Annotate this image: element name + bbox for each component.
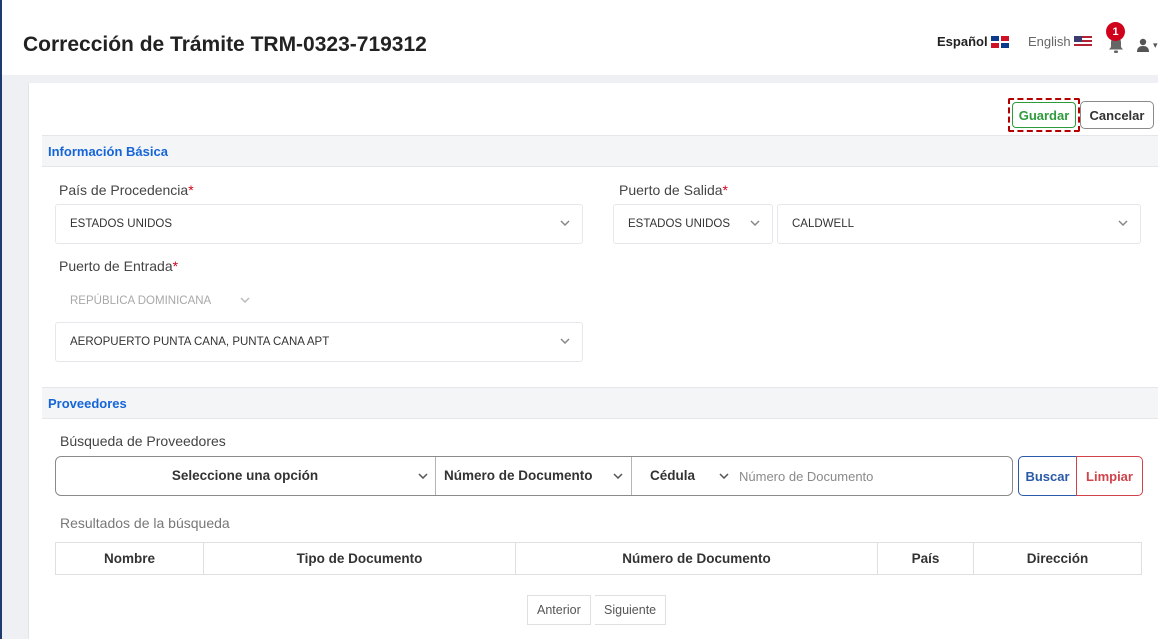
column-header-country: País: [877, 542, 974, 575]
language-spanish[interactable]: Español: [937, 34, 1009, 49]
provider-search-label: Búsqueda de Proveedores: [60, 433, 226, 449]
chevron-down-icon: [613, 457, 623, 495]
origin-country-label: País de Procedencia*: [59, 182, 194, 198]
us-flag-icon: [1073, 35, 1092, 48]
user-icon[interactable]: [1136, 38, 1150, 52]
language-english-label: English: [1028, 34, 1071, 49]
exit-port-label: Puerto de Salida*: [619, 182, 728, 198]
column-header-doc-type: Tipo de Documento: [203, 542, 516, 575]
chevron-down-icon: [560, 205, 570, 243]
results-label: Resultados de la búsqueda: [60, 515, 230, 531]
document-number-input[interactable]: [739, 458, 1009, 494]
column-header-address: Dirección: [1026, 551, 1089, 566]
entry-port-label: Puerto de Entrada*: [59, 258, 179, 274]
page-header: Corrección de Trámite TRM-0323-719312 Es…: [2, 0, 1158, 75]
chevron-down-icon: [240, 282, 250, 320]
exit-port-select[interactable]: CALDWELL: [777, 204, 1141, 244]
exit-port-country-select[interactable]: ESTADOS UNIDOS: [613, 204, 773, 244]
chevron-down-icon: [560, 323, 570, 361]
origin-country-select[interactable]: ESTADOS UNIDOS: [55, 204, 583, 244]
search-button[interactable]: Buscar: [1018, 456, 1077, 496]
notification-badge: 1: [1106, 22, 1125, 41]
app: Corrección de Trámite TRM-0323-719312 Es…: [2, 0, 1158, 639]
table-header-row: Nombre Tipo de Documento Número de Docum…: [55, 542, 1142, 575]
clear-button[interactable]: Limpiar: [1076, 456, 1143, 496]
language-spanish-label: Español: [937, 34, 988, 49]
user-menu-caret-icon[interactable]: ▾: [1153, 40, 1158, 51]
chevron-down-icon: [418, 457, 428, 495]
save-button[interactable]: Guardar: [1012, 102, 1076, 128]
dominican-flag-icon: [990, 35, 1009, 48]
section-providers: Proveedores: [42, 387, 1158, 419]
column-header-name: Nombre: [55, 542, 204, 575]
section-basic-info: Información Básica: [42, 135, 1158, 167]
cancel-button[interactable]: Cancelar: [1080, 101, 1154, 129]
option-select[interactable]: Seleccione una opción: [56, 457, 434, 495]
chevron-down-icon: [1118, 205, 1128, 243]
language-english[interactable]: English: [1028, 34, 1092, 49]
results-table: Nombre Tipo de Documento Número de Docum…: [55, 542, 1142, 575]
document-type-select[interactable]: Número de Documento: [444, 457, 614, 495]
chevron-down-icon: [750, 205, 760, 243]
pager-next-button[interactable]: Siguiente: [595, 595, 667, 625]
column-header-doc-number: Número de Documento: [515, 542, 878, 575]
pager-previous-button[interactable]: Anterior: [527, 595, 591, 625]
chevron-down-icon: [719, 457, 729, 495]
entry-port-country-select: REPÚBLICA DOMINICANA: [55, 281, 265, 321]
id-type-select[interactable]: Cédula: [650, 457, 710, 495]
page-title: Corrección de Trámite TRM-0323-719312: [23, 33, 427, 56]
entry-port-select[interactable]: AEROPUERTO PUNTA CANA, PUNTA CANA APT: [55, 322, 583, 362]
provider-search-bar: Seleccione una opción Número de Document…: [55, 456, 1013, 496]
